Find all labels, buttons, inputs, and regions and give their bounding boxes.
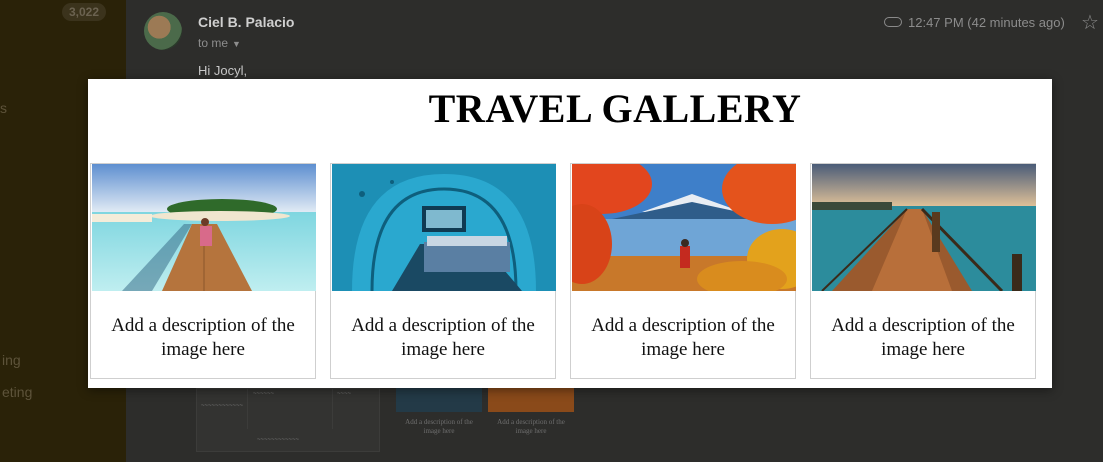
card-description: Add a description of the image here — [831, 315, 1015, 360]
recipient-label: to me — [198, 36, 229, 50]
card-description: Add a description of the image here — [111, 315, 295, 360]
gallery-modal: TRAVEL GALLERY Add a description of the … — [88, 79, 1052, 388]
gallery-card[interactable]: Add a description of the image here — [810, 163, 1036, 379]
preview-caption: Add a description of the image here — [405, 418, 473, 435]
card-description: Add a description of the image here — [351, 315, 535, 360]
card-description: Add a description of the image here — [591, 315, 775, 360]
preview-table: ~~~~~~~~~~~~ ~~~~~~ ~~~~ ~~~~~~~~~~~~ — [196, 388, 380, 452]
preview-image — [488, 388, 574, 412]
chevron-down-icon[interactable]: ▼ — [232, 39, 241, 49]
avatar[interactable] — [144, 12, 182, 50]
gallery-image-autumn-mountain — [572, 164, 796, 291]
sidebar-item-fragment[interactable]: s — [0, 100, 7, 116]
email-greeting: Hi Jocyl, — [198, 63, 248, 78]
preview-image — [396, 388, 482, 412]
gallery-image-tropical-island — [92, 164, 316, 291]
gallery-card[interactable]: Add a description of the image here — [90, 163, 316, 379]
gallery-card[interactable]: Add a description of the image here — [330, 163, 556, 379]
unread-count-badge: 3,022 — [62, 3, 106, 21]
star-icon[interactable]: ☆ — [1081, 10, 1099, 35]
sidebar-item-fragment[interactable]: ing — [2, 352, 21, 368]
sidebar-item-fragment[interactable]: eting — [2, 384, 32, 400]
gallery-card[interactable]: Add a description of the image here — [570, 163, 796, 379]
email-body-preview: ~~~~~~~~~~~~ ~~~~~~ ~~~~ ~~~~~~~~~~~~ Ad… — [196, 388, 576, 452]
preview-caption: Add a description of the image here — [497, 418, 565, 435]
recipient-line[interactable]: to me ▼ — [198, 36, 241, 50]
sender-name: Ciel B. Palacio — [198, 14, 295, 30]
gallery-image-overwater-boardwalk — [812, 164, 1036, 291]
gallery-title: TRAVEL GALLERY — [428, 86, 802, 131]
gallery-image-underwater-room — [332, 164, 556, 291]
email-timestamp: 12:47 PM (42 minutes ago) — [908, 15, 1065, 30]
attachment-icon — [884, 17, 902, 27]
